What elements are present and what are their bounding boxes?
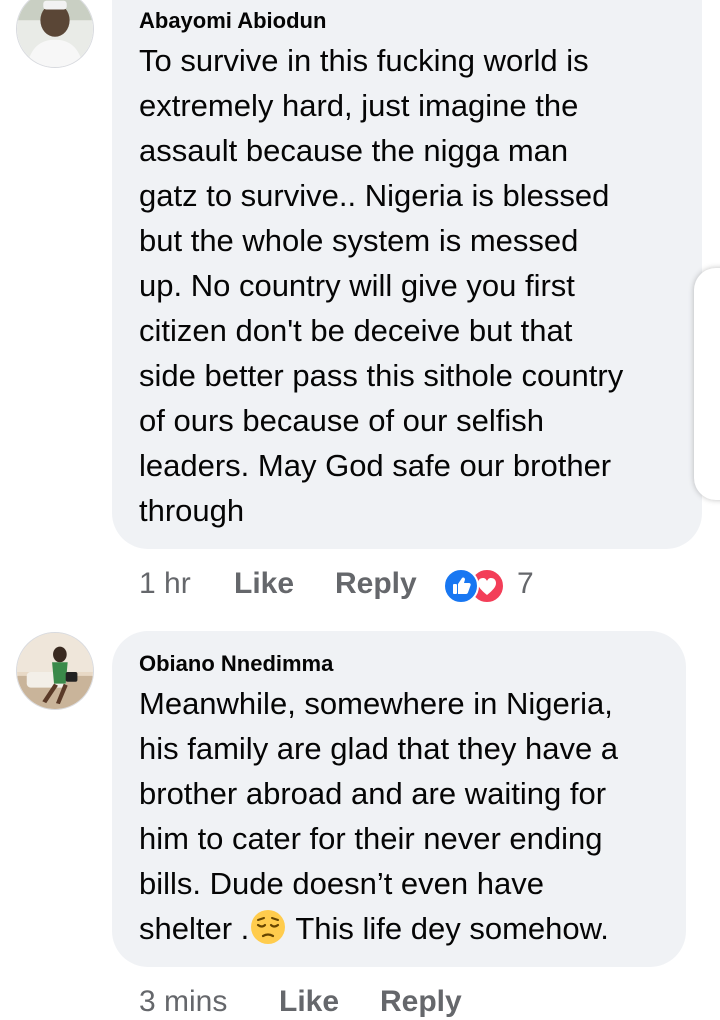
comment-time[interactable]: 1 hr bbox=[139, 566, 191, 602]
comment-line: his family are glad that they have a bbox=[139, 731, 619, 766]
comment-line: him to cater for their never ending bbox=[139, 821, 603, 856]
comment-line: extremely hard, just imagine the bbox=[139, 88, 579, 123]
like-button[interactable]: Like bbox=[279, 984, 339, 1020]
comment-line-end: This life dey somehow. bbox=[287, 911, 609, 946]
comment-line: bills. Dude doesn’t even have bbox=[139, 866, 544, 901]
like-button[interactable]: Like bbox=[234, 566, 294, 602]
comment-line: of ours because of our selfish bbox=[139, 403, 544, 438]
comment-line: assault because the nigga man bbox=[139, 133, 569, 168]
comment-line: shelter . This life dey somehow. bbox=[139, 906, 679, 951]
comment-line: Meanwhile, somewhere in Nigeria, bbox=[139, 686, 613, 721]
comment-line: To survive in this fucking world is bbox=[139, 43, 589, 78]
avatar[interactable] bbox=[16, 632, 94, 710]
side-panel-edge bbox=[694, 268, 720, 500]
avatar[interactable] bbox=[16, 0, 94, 68]
comment-line: through bbox=[139, 493, 245, 528]
comment-time[interactable]: 3 mins bbox=[139, 984, 227, 1020]
person-avatar-icon bbox=[17, 633, 93, 709]
pensive-face-emoji-icon bbox=[249, 908, 287, 946]
reaction-count[interactable]: 7 bbox=[517, 566, 534, 602]
comment-text: Meanwhile, somewhere in Nigeria, his fam… bbox=[139, 681, 679, 951]
reply-button[interactable]: Reply bbox=[335, 566, 417, 602]
comment-line: up. No country will give you first bbox=[139, 268, 575, 303]
like-reaction-icon bbox=[443, 568, 479, 604]
comment-author[interactable]: Obiano Nnedimma bbox=[139, 651, 333, 677]
comment-line: but the whole system is messed bbox=[139, 223, 579, 258]
comment-line: leaders. May God safe our brother bbox=[139, 448, 612, 483]
comment-text: To survive in this fucking world is extr… bbox=[139, 38, 689, 533]
comment-line: gatz to survive.. Nigeria is blessed bbox=[139, 178, 610, 213]
reaction-summary[interactable] bbox=[443, 567, 505, 604]
comment-line-start: shelter . bbox=[139, 911, 250, 946]
comment-author[interactable]: Abayomi Abiodun bbox=[139, 8, 326, 34]
comment-line: side better pass this sithole country bbox=[139, 358, 624, 393]
reply-button[interactable]: Reply bbox=[380, 984, 462, 1020]
comment-line: brother abroad and are waiting for bbox=[139, 776, 607, 811]
comment-line: citizen don't be deceive but that bbox=[139, 313, 573, 348]
person-avatar-icon bbox=[17, 0, 93, 67]
